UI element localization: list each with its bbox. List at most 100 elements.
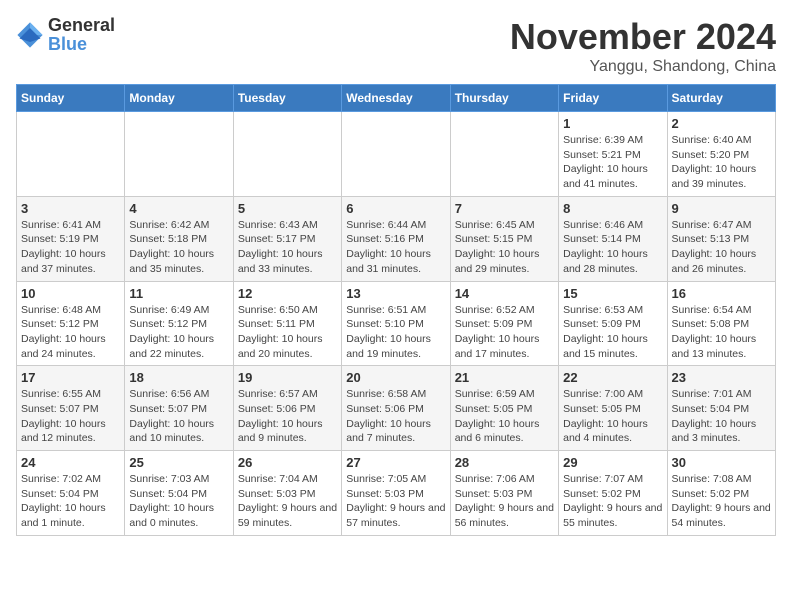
calendar-cell: 13 Sunrise: 6:51 AMSunset: 5:10 PMDayligh… <box>342 281 450 366</box>
calendar-cell: 11 Sunrise: 6:49 AMSunset: 5:12 PMDayligh… <box>125 281 233 366</box>
calendar-cell: 14 Sunrise: 6:52 AMSunset: 5:09 PMDayligh… <box>450 281 558 366</box>
calendar-cell: 8 Sunrise: 6:46 AMSunset: 5:14 PMDaylight… <box>559 196 667 281</box>
day-number: 3 <box>21 201 120 216</box>
day-number: 20 <box>346 370 445 385</box>
weekday-header-friday: Friday <box>559 85 667 112</box>
day-info: Sunrise: 6:42 AMSunset: 5:18 PMDaylight:… <box>129 218 228 277</box>
day-info: Sunrise: 6:49 AMSunset: 5:12 PMDaylight:… <box>129 303 228 362</box>
calendar-cell <box>450 112 558 197</box>
day-number: 8 <box>563 201 662 216</box>
day-info: Sunrise: 6:40 AMSunset: 5:20 PMDaylight:… <box>672 133 771 192</box>
month-title: November 2024 <box>510 16 776 58</box>
calendar-header: SundayMondayTuesdayWednesdayThursdayFrid… <box>17 85 776 112</box>
calendar-cell: 30Sunrise: 7:08 AMSunset: 5:02 PMDayligh… <box>667 451 775 536</box>
title-area: November 2024 Yanggu, Shandong, China <box>510 16 776 76</box>
calendar-cell: 12 Sunrise: 6:50 AMSunset: 5:11 PMDayligh… <box>233 281 341 366</box>
calendar-cell: 3 Sunrise: 6:41 AMSunset: 5:19 PMDaylight… <box>17 196 125 281</box>
calendar-cell <box>342 112 450 197</box>
calendar-cell: 20 Sunrise: 6:58 AMSunset: 5:06 PMDayligh… <box>342 366 450 451</box>
day-info: Sunrise: 6:52 AMSunset: 5:09 PMDaylight:… <box>455 303 554 362</box>
day-number: 4 <box>129 201 228 216</box>
day-number: 12 <box>238 286 337 301</box>
day-info: Sunrise: 6:58 AMSunset: 5:06 PMDaylight:… <box>346 387 445 446</box>
calendar-cell: 5Sunrise: 6:43 AMSunset: 5:17 PMDaylight… <box>233 196 341 281</box>
calendar-cell: 25Sunrise: 7:03 AMSunset: 5:04 PMDayligh… <box>125 451 233 536</box>
day-info: Sunrise: 7:05 AMSunset: 5:03 PMDaylight:… <box>346 472 445 531</box>
day-number: 19 <box>238 370 337 385</box>
week-row-0: 1 Sunrise: 6:39 AMSunset: 5:21 PMDaylight… <box>17 112 776 197</box>
location-title: Yanggu, Shandong, China <box>510 58 776 76</box>
day-info: Sunrise: 6:54 AMSunset: 5:08 PMDaylight:… <box>672 303 771 362</box>
day-info: Sunrise: 6:44 AMSunset: 5:16 PMDaylight:… <box>346 218 445 277</box>
calendar-cell: 10 Sunrise: 6:48 AMSunset: 5:12 PMDayligh… <box>17 281 125 366</box>
calendar-cell: 29Sunrise: 7:07 AMSunset: 5:02 PMDayligh… <box>559 451 667 536</box>
day-number: 16 <box>672 286 771 301</box>
day-number: 24 <box>21 455 120 470</box>
calendar-cell: 19 Sunrise: 6:57 AMSunset: 5:06 PMDayligh… <box>233 366 341 451</box>
calendar-cell <box>233 112 341 197</box>
calendar-cell: 7Sunrise: 6:45 AMSunset: 5:15 PMDaylight… <box>450 196 558 281</box>
day-info: Sunrise: 6:43 AMSunset: 5:17 PMDaylight:… <box>238 218 337 277</box>
day-info: Sunrise: 7:07 AMSunset: 5:02 PMDaylight:… <box>563 472 662 531</box>
day-info: Sunrise: 6:57 AMSunset: 5:06 PMDaylight:… <box>238 387 337 446</box>
week-row-2: 10 Sunrise: 6:48 AMSunset: 5:12 PMDayligh… <box>17 281 776 366</box>
week-row-3: 17 Sunrise: 6:55 AMSunset: 5:07 PMDayligh… <box>17 366 776 451</box>
day-info: Sunrise: 7:00 AMSunset: 5:05 PMDaylight:… <box>563 387 662 446</box>
week-row-1: 3 Sunrise: 6:41 AMSunset: 5:19 PMDaylight… <box>17 196 776 281</box>
logo-text-blue: Blue <box>48 34 87 54</box>
day-number: 1 <box>563 116 662 131</box>
calendar-cell: 2Sunrise: 6:40 AMSunset: 5:20 PMDaylight… <box>667 112 775 197</box>
logo-text-general: General <box>48 15 115 35</box>
day-number: 15 <box>563 286 662 301</box>
day-info: Sunrise: 6:50 AMSunset: 5:11 PMDaylight:… <box>238 303 337 362</box>
calendar-body: 1 Sunrise: 6:39 AMSunset: 5:21 PMDaylight… <box>17 112 776 536</box>
weekday-header-tuesday: Tuesday <box>233 85 341 112</box>
day-number: 9 <box>672 201 771 216</box>
day-number: 18 <box>129 370 228 385</box>
calendar-cell: 18 Sunrise: 6:56 AMSunset: 5:07 PMDayligh… <box>125 366 233 451</box>
day-number: 30 <box>672 455 771 470</box>
calendar-cell <box>125 112 233 197</box>
day-number: 7 <box>455 201 554 216</box>
day-info: Sunrise: 6:48 AMSunset: 5:12 PMDaylight:… <box>21 303 120 362</box>
day-number: 25 <box>129 455 228 470</box>
day-info: Sunrise: 6:46 AMSunset: 5:14 PMDaylight:… <box>563 218 662 277</box>
day-number: 21 <box>455 370 554 385</box>
calendar-cell: 17 Sunrise: 6:55 AMSunset: 5:07 PMDayligh… <box>17 366 125 451</box>
day-info: Sunrise: 6:53 AMSunset: 5:09 PMDaylight:… <box>563 303 662 362</box>
day-number: 27 <box>346 455 445 470</box>
calendar-cell: 24Sunrise: 7:02 AMSunset: 5:04 PMDayligh… <box>17 451 125 536</box>
day-number: 6 <box>346 201 445 216</box>
calendar-cell: 9 Sunrise: 6:47 AMSunset: 5:13 PMDaylight… <box>667 196 775 281</box>
calendar-cell: 23Sunrise: 7:01 AMSunset: 5:04 PMDayligh… <box>667 366 775 451</box>
day-number: 22 <box>563 370 662 385</box>
day-info: Sunrise: 6:51 AMSunset: 5:10 PMDaylight:… <box>346 303 445 362</box>
day-info: Sunrise: 7:01 AMSunset: 5:04 PMDaylight:… <box>672 387 771 446</box>
day-number: 10 <box>21 286 120 301</box>
day-number: 11 <box>129 286 228 301</box>
header: General Blue November 2024 Yanggu, Shand… <box>16 16 776 76</box>
weekday-header-thursday: Thursday <box>450 85 558 112</box>
day-number: 26 <box>238 455 337 470</box>
day-info: Sunrise: 6:47 AMSunset: 5:13 PMDaylight:… <box>672 218 771 277</box>
day-info: Sunrise: 6:55 AMSunset: 5:07 PMDaylight:… <box>21 387 120 446</box>
day-number: 17 <box>21 370 120 385</box>
logo: General Blue <box>16 16 115 54</box>
day-info: Sunrise: 6:56 AMSunset: 5:07 PMDaylight:… <box>129 387 228 446</box>
day-info: Sunrise: 7:04 AMSunset: 5:03 PMDaylight:… <box>238 472 337 531</box>
calendar-cell: 22 Sunrise: 7:00 AMSunset: 5:05 PMDayligh… <box>559 366 667 451</box>
calendar-cell: 28Sunrise: 7:06 AMSunset: 5:03 PMDayligh… <box>450 451 558 536</box>
weekday-header-sunday: Sunday <box>17 85 125 112</box>
weekday-header-monday: Monday <box>125 85 233 112</box>
day-info: Sunrise: 6:59 AMSunset: 5:05 PMDaylight:… <box>455 387 554 446</box>
weekday-row: SundayMondayTuesdayWednesdayThursdayFrid… <box>17 85 776 112</box>
day-info: Sunrise: 6:39 AMSunset: 5:21 PMDaylight:… <box>563 133 662 192</box>
day-number: 13 <box>346 286 445 301</box>
week-row-4: 24Sunrise: 7:02 AMSunset: 5:04 PMDayligh… <box>17 451 776 536</box>
day-info: Sunrise: 6:41 AMSunset: 5:19 PMDaylight:… <box>21 218 120 277</box>
calendar-cell: 21 Sunrise: 6:59 AMSunset: 5:05 PMDayligh… <box>450 366 558 451</box>
calendar-cell: 6 Sunrise: 6:44 AMSunset: 5:16 PMDaylight… <box>342 196 450 281</box>
day-number: 14 <box>455 286 554 301</box>
weekday-header-saturday: Saturday <box>667 85 775 112</box>
weekday-header-wednesday: Wednesday <box>342 85 450 112</box>
